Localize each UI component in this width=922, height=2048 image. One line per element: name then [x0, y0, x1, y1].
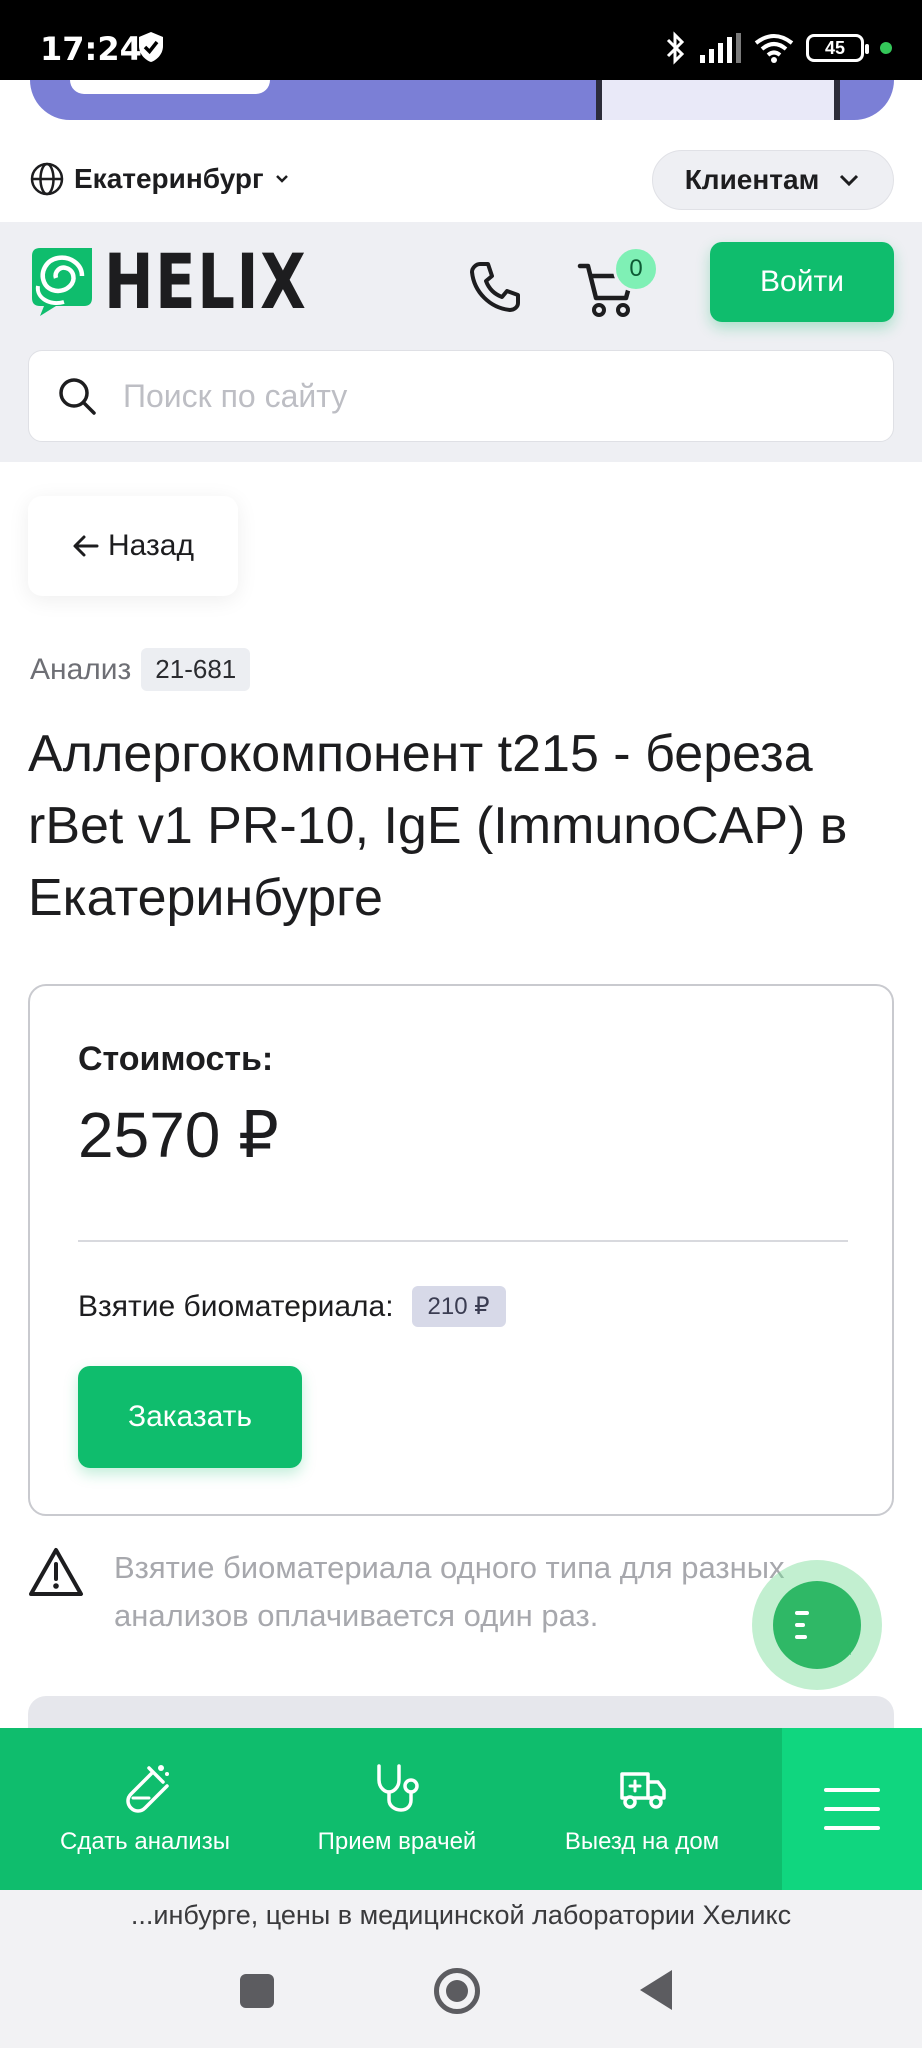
battery-level: 45: [824, 37, 846, 58]
search-icon: [59, 378, 96, 415]
city-selector[interactable]: Екатеринбург: [30, 162, 290, 196]
helix-logo[interactable]: HELIX: [30, 244, 365, 320]
analysis-label: Анализ: [30, 652, 132, 686]
status-time: 17:24: [40, 30, 142, 68]
bluetooth-icon: [666, 31, 685, 65]
cart-count-badge: 0: [613, 246, 659, 292]
privacy-dot-icon: [880, 42, 892, 54]
chat-button[interactable]: [752, 1560, 882, 1690]
biomaterial-row: Взятие биоматериала: 210 ₽: [78, 1286, 506, 1327]
nav-home-visit[interactable]: Выезд на дом: [542, 1728, 742, 1890]
chevron-down-icon: [840, 174, 859, 187]
biomaterial-price-badge: 210 ₽: [411, 1286, 506, 1327]
hamburger-menu-icon: [824, 1788, 880, 1830]
banner-phone-image: [596, 80, 840, 120]
helix-logo-icon: [32, 248, 92, 316]
shield-icon: [139, 32, 163, 62]
cost-value: 2570 ₽: [78, 1099, 279, 1171]
promo-banner[interactable]: [30, 80, 894, 120]
city-name: Екатеринбург: [74, 163, 264, 194]
chevron-down-icon: [275, 175, 288, 183]
home-icon[interactable]: [434, 1968, 480, 2014]
location-bar: Екатеринбург Клиентам: [0, 140, 922, 222]
phone-icon[interactable]: [466, 258, 524, 316]
biomaterial-label: Взятие биоматериала:: [78, 1289, 394, 1323]
delivery-truck-icon: [620, 1772, 666, 1809]
order-button[interactable]: Заказать: [78, 1366, 302, 1468]
signal-icon: [700, 33, 741, 63]
arrow-left-icon: [73, 535, 99, 557]
battery-icon: 45: [806, 34, 869, 62]
logo-text: HELIX: [104, 237, 308, 326]
chat-lines-icon: [795, 1611, 851, 1655]
back-button[interactable]: Назад: [28, 496, 238, 596]
search-input[interactable]: [123, 377, 843, 415]
menu-button[interactable]: [782, 1728, 922, 1890]
page-title: Аллергокомпонент t215 - береза rBet v1 P…: [28, 725, 848, 927]
card-divider: [78, 1240, 848, 1242]
wifi-icon: [754, 34, 794, 63]
back-label: Назад: [108, 529, 194, 562]
status-bar: 17:24 45: [0, 0, 922, 80]
globe-icon: [30, 162, 64, 196]
warning-icon: [29, 1548, 83, 1596]
nav-tests-label: Сдать анализы: [60, 1828, 230, 1855]
stethoscope-icon: [377, 1764, 419, 1812]
back-triangle-icon[interactable]: [640, 1970, 672, 2010]
chat-bubble-icon: [773, 1581, 861, 1669]
login-button[interactable]: Войти: [710, 242, 894, 322]
bottom-navigation: Сдать анализы Прием врачей Выезд на дом: [0, 1728, 922, 1890]
nav-doctors[interactable]: Прием врачей: [292, 1728, 502, 1890]
cost-label: Стоимость:: [78, 1040, 274, 1078]
system-navigation-bar: [0, 1940, 922, 2048]
search-bar[interactable]: [28, 350, 894, 442]
clients-dropdown[interactable]: Клиентам: [652, 150, 894, 210]
recent-apps-icon[interactable]: [240, 1974, 274, 2008]
nav-doctors-label: Прием врачей: [317, 1828, 477, 1855]
status-icons: 45: [664, 28, 892, 68]
analysis-meta: Анализ 21-681: [30, 648, 251, 691]
analysis-code-badge: 21-681: [141, 648, 251, 691]
nav-tests[interactable]: Сдать анализы: [40, 1728, 250, 1890]
price-card: Стоимость: 2570 ₽ Взятие биоматериала: 2…: [28, 984, 894, 1516]
test-tube-icon: [126, 1765, 169, 1813]
clients-label: Клиентам: [684, 164, 820, 195]
site-header: HELIX 0 Войти: [0, 222, 922, 462]
banner-button-shape: [70, 80, 270, 94]
nav-home-visit-label: Выезд на дом: [564, 1828, 720, 1855]
page-title-strip: ...инбурге, цены в медицинской лаборатор…: [0, 1890, 922, 1940]
